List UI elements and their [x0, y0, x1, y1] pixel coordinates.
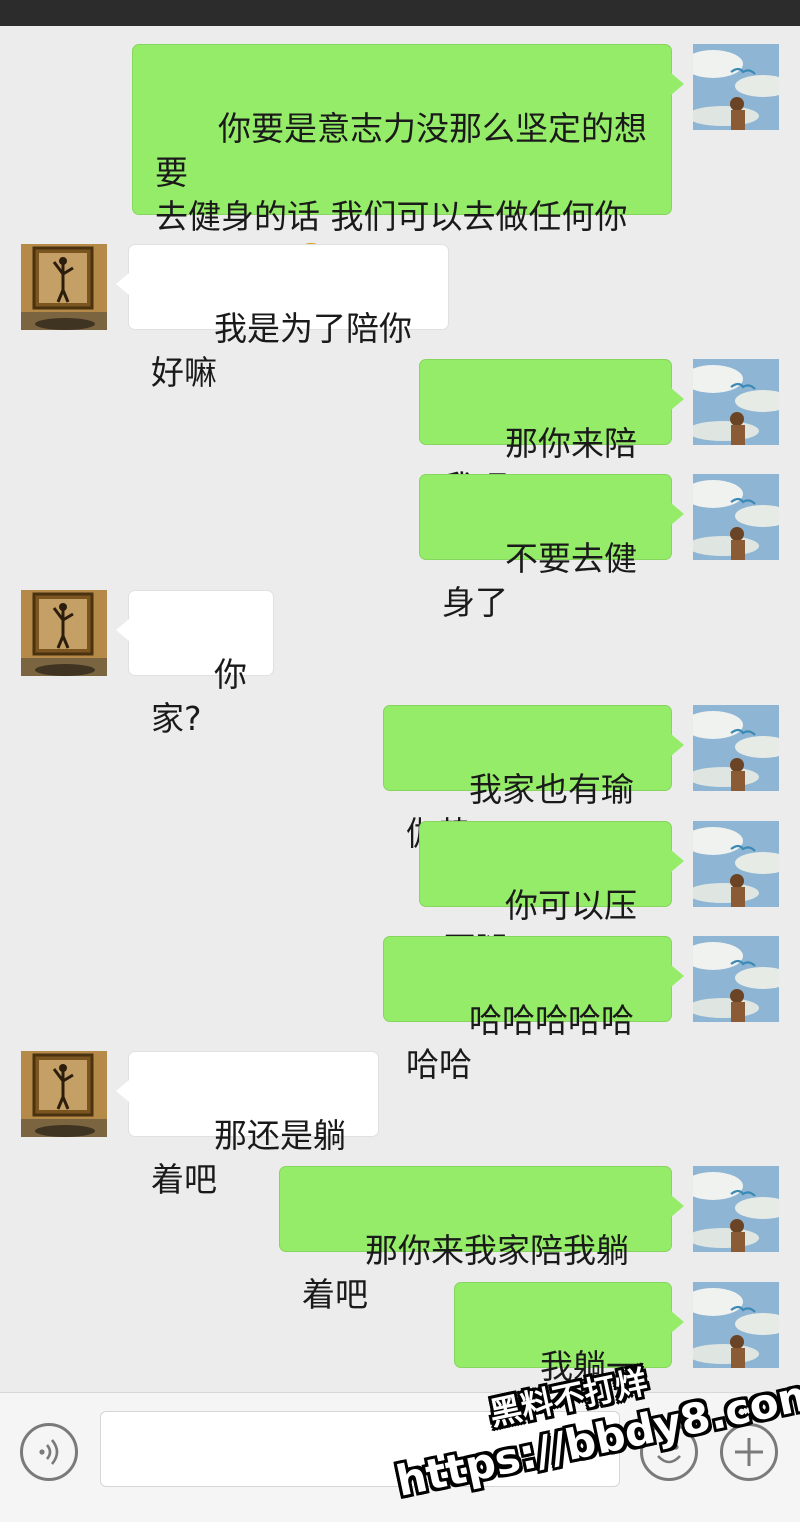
message-text: 不要去健身了: [442, 539, 637, 622]
my-avatar[interactable]: [693, 1282, 779, 1368]
my-avatar[interactable]: [693, 44, 779, 130]
my-avatar[interactable]: [693, 936, 779, 1022]
bubble-tail: [116, 273, 129, 295]
my-message-bubble[interactable]: 哈哈哈哈哈哈哈: [383, 936, 684, 1084]
my-message-bubble[interactable]: 你要是意志力没那么坚定的想要 去健身的话 我们可以去做任何你 想做的事: [132, 44, 684, 280]
contact-avatar[interactable]: [21, 590, 107, 676]
message-text-input[interactable]: [100, 1411, 620, 1487]
bubble-tail: [116, 619, 129, 641]
emoji-button[interactable]: [640, 1423, 698, 1481]
message-text: 你家?: [151, 655, 247, 738]
contact-message-bubble[interactable]: 我是为了陪你好嘛: [116, 244, 449, 392]
my-avatar[interactable]: [693, 474, 779, 560]
message-text: 我是为了陪你好嘛: [151, 309, 412, 392]
bubble-tail: [671, 1195, 684, 1217]
message-text: 哈哈哈哈哈哈哈: [406, 1001, 634, 1084]
voice-icon: [39, 1439, 59, 1465]
my-avatar[interactable]: [693, 821, 779, 907]
status-bar: [0, 0, 800, 26]
my-avatar[interactable]: [693, 1166, 779, 1252]
bubble-tail: [671, 734, 684, 756]
my-message-bubble[interactable]: 我家也有瑜伽垫: [383, 705, 684, 853]
contact-message-bubble[interactable]: 你家?: [116, 590, 274, 738]
my-message-bubble[interactable]: 我躺一天了: [454, 1282, 684, 1430]
my-message-bubble[interactable]: 你可以压压腿: [419, 821, 684, 969]
my-message-bubble[interactable]: 那你来我家陪我躺着吧: [279, 1166, 684, 1314]
more-options-button[interactable]: [720, 1423, 778, 1481]
emoji-icon: [657, 1444, 681, 1464]
bubble-tail: [671, 1311, 684, 1333]
message-input-bar: [0, 1392, 800, 1522]
plus-icon: [735, 1438, 763, 1466]
bubble-tail: [671, 850, 684, 872]
bubble-tail: [116, 1080, 129, 1102]
my-avatar[interactable]: [693, 359, 779, 445]
voice-button[interactable]: [20, 1423, 78, 1481]
chat-message-list[interactable]: 你要是意志力没那么坚定的想要 去健身的话 我们可以去做任何你 想做的事 我是为了…: [0, 26, 800, 1430]
my-message-bubble[interactable]: 不要去健身了: [419, 474, 684, 622]
my-message-bubble[interactable]: 那你来陪我吧: [419, 359, 684, 507]
bubble-tail: [671, 73, 684, 95]
my-avatar[interactable]: [693, 705, 779, 791]
bubble-tail: [671, 965, 684, 987]
contact-avatar[interactable]: [21, 244, 107, 330]
contact-message-bubble[interactable]: 那还是躺着吧: [116, 1051, 379, 1199]
contact-avatar[interactable]: [21, 1051, 107, 1137]
bubble-tail: [671, 388, 684, 410]
bubble-tail: [671, 503, 684, 525]
